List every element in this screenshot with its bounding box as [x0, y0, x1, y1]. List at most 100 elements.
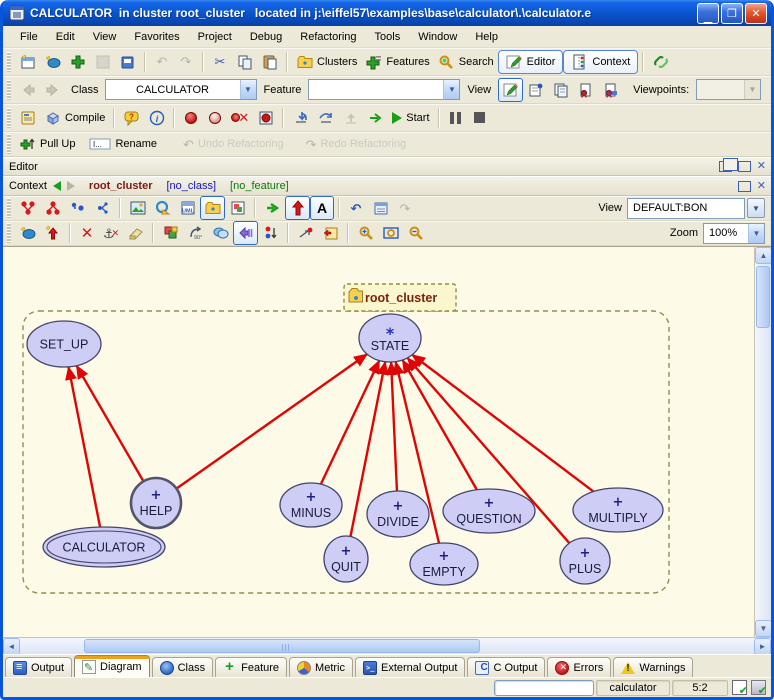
diagram-node-multiply[interactable]: +MULTIPLY — [573, 488, 663, 532]
scroll-right-icon[interactable]: ► — [754, 638, 771, 655]
save-button[interactable] — [90, 50, 115, 74]
tab-feature[interactable]: Feature — [215, 657, 287, 677]
supplier-links-button[interactable] — [65, 196, 90, 220]
menu-edit[interactable]: Edit — [47, 28, 84, 46]
tab-c-output[interactable]: C Output — [467, 657, 545, 677]
toolbar-grip[interactable] — [7, 52, 11, 72]
view-clickable-button[interactable] — [548, 78, 573, 102]
stop-button[interactable] — [468, 106, 492, 130]
scroll-down-icon[interactable]: ▼ — [755, 620, 772, 637]
menu-project[interactable]: Project — [189, 28, 241, 46]
tab-metric[interactable]: Metric — [289, 657, 353, 677]
project-settings-button[interactable] — [15, 106, 40, 130]
fill-colors-button[interactable] — [158, 221, 183, 245]
disable-breakpoints-button[interactable] — [203, 106, 227, 130]
toggle-inheritance-button[interactable] — [285, 196, 310, 220]
editor-float-icon[interactable] — [719, 161, 732, 172]
new-inheritance-tool-button[interactable] — [40, 221, 65, 245]
zoom-combobox-dropdown-icon[interactable]: ▼ — [748, 224, 764, 243]
tab-class[interactable]: Class — [152, 657, 214, 677]
compile-help-button[interactable]: ? — [119, 106, 144, 130]
toolbar-grip[interactable] — [7, 223, 11, 243]
toggle-arrows-button[interactable] — [233, 221, 258, 245]
view-editor-button[interactable] — [498, 78, 523, 102]
scroll-left-icon[interactable]: ◄ — [3, 638, 20, 655]
diagram-node-state[interactable]: *STATE — [359, 314, 421, 362]
close-button[interactable]: ✕ — [745, 3, 767, 24]
diagram-node-question[interactable]: +QUESTION — [443, 489, 535, 533]
menu-window[interactable]: Window — [409, 28, 466, 46]
minimize-button[interactable]: ▁ — [697, 3, 719, 24]
link-tool-button[interactable] — [648, 50, 673, 74]
redo-refactoring-button[interactable]: ↷ Redo Refactoring — [302, 132, 411, 156]
view-flat-button[interactable] — [523, 78, 548, 102]
crop-diagram-button[interactable] — [150, 196, 175, 220]
tab-output[interactable]: Output — [5, 657, 72, 677]
diagram-node-empty[interactable]: +EMPTY — [410, 543, 478, 585]
diagram-node-divide[interactable]: +DIVIDE — [367, 491, 429, 537]
diagram-node-quit[interactable]: +QUIT — [324, 536, 368, 582]
zoom-in-button[interactable] — [353, 221, 378, 245]
feature-combobox-dropdown-icon[interactable]: ▼ — [443, 80, 459, 99]
pause-button[interactable] — [444, 106, 468, 130]
context-close-icon[interactable]: ✕ — [757, 181, 766, 192]
inheritance-link-help-to-state[interactable] — [176, 354, 367, 488]
tab-warnings[interactable]: Warnings — [613, 657, 693, 677]
step-into-button[interactable] — [288, 106, 313, 130]
run-to-cursor-button[interactable] — [363, 106, 388, 130]
redo-button[interactable]: ↷ — [174, 50, 198, 74]
delete-button[interactable]: ✕ — [75, 221, 99, 245]
context-toggle-button[interactable]: Context — [563, 50, 638, 74]
cut-button[interactable]: ✂ — [208, 50, 232, 74]
step-over-button[interactable] — [313, 106, 338, 130]
paste-button[interactable] — [257, 50, 282, 74]
inheritance-link-divide-to-state[interactable] — [391, 362, 397, 491]
editor-close-icon[interactable]: ✕ — [757, 161, 766, 172]
diagram-undo-button[interactable]: ↶ — [344, 196, 368, 220]
menu-refactoring[interactable]: Refactoring — [291, 28, 365, 46]
eraser-button[interactable] — [123, 221, 148, 245]
history-back-button[interactable] — [15, 78, 40, 102]
new-class-tool-button[interactable] — [15, 221, 40, 245]
rename-button[interactable]: I... Rename — [85, 132, 161, 156]
remove-anchor-button[interactable]: ⚓✕ — [99, 221, 123, 245]
tab-external-output[interactable]: External Output — [355, 657, 465, 677]
context-class-link[interactable]: [no_class] — [167, 180, 217, 192]
clear-breakpoints-button[interactable]: ✕ — [227, 106, 253, 130]
class-combobox-dropdown-icon[interactable]: ▼ — [240, 80, 256, 99]
view-interface-button[interactable] — [598, 78, 623, 102]
toolbar-grip[interactable] — [7, 108, 11, 128]
menu-tools[interactable]: Tools — [366, 28, 410, 46]
fit-classes-button[interactable] — [208, 221, 233, 245]
vertical-scrollbar[interactable]: ▲ ▼ — [754, 247, 771, 637]
sort-links-button[interactable] — [258, 221, 283, 245]
inheritance-link-calculator-to-set_up[interactable] — [68, 367, 100, 527]
inheritance-links-button[interactable] — [15, 196, 40, 220]
menu-view[interactable]: View — [84, 28, 126, 46]
maximize-button[interactable]: ❐ — [721, 3, 743, 24]
diagram-node-help[interactable]: +HELP — [131, 478, 181, 528]
edit-note-button[interactable] — [318, 221, 343, 245]
start-button[interactable]: Start — [388, 106, 433, 130]
class-combobox[interactable]: CALCULATOR ▼ — [105, 79, 257, 100]
new-window-button[interactable] — [15, 50, 40, 74]
toggle-labels-button[interactable]: A — [310, 196, 334, 220]
pull-up-button[interactable]: Pull Up — [15, 132, 79, 156]
toolbar-grip[interactable] — [7, 198, 11, 218]
cluster-label[interactable]: root_cluster — [344, 284, 456, 311]
diagram-node-minus[interactable]: +MINUS — [280, 483, 342, 527]
context-back-icon[interactable] — [53, 181, 61, 191]
new-class-button[interactable] — [40, 50, 65, 74]
diagram-node-plus[interactable]: +PLUS — [560, 538, 610, 584]
export-image-button[interactable] — [125, 196, 150, 220]
step-out-button[interactable] — [338, 106, 363, 130]
view-contract-button[interactable] — [573, 78, 598, 102]
compile-button[interactable]: Compile — [40, 106, 109, 130]
context-maximize-icon[interactable] — [738, 181, 751, 192]
diagram-node-set_up[interactable]: SET_UP — [27, 321, 101, 367]
aggregate-links-button[interactable] — [90, 196, 115, 220]
diagram-view-dropdown-icon[interactable]: ▼ — [747, 198, 765, 218]
cluster-view-button[interactable] — [200, 196, 225, 220]
context-cluster-link[interactable]: root_cluster — [89, 180, 153, 192]
menu-favorites[interactable]: Favorites — [125, 28, 188, 46]
